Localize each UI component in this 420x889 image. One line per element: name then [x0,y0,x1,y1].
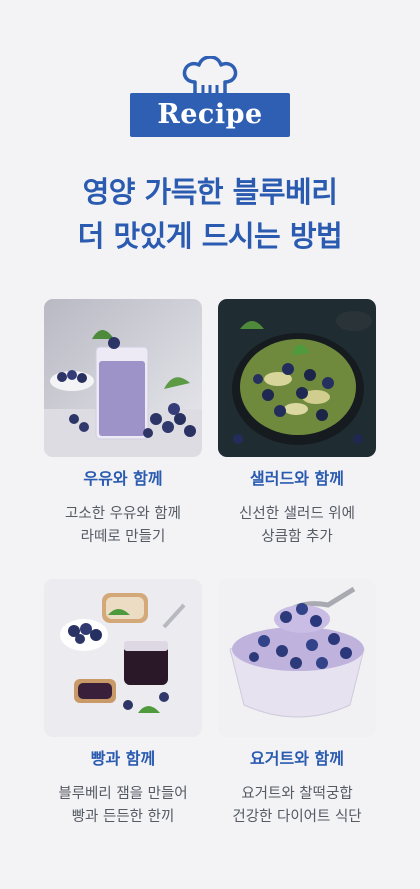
card-title: 샐러드와 함께 [250,469,344,488]
card-description: 고소한 우유와 함께 라떼로 만들기 [44,503,202,549]
card-bread: 빵과 함께 블루베리 잼을 만들어 빵과 든든한 한끼 [44,579,202,829]
title-line-1: 영양 가득한 블루베리 [82,175,338,209]
blueberry-jam-bread-image [44,579,202,737]
card-milk: 우유와 함께 고소한 우유와 함께 라떼로 만들기 [44,299,202,549]
card-desc-line-2: 건강한 다이어트 식단 [232,809,362,825]
card-description: 요거트와 찰떡궁합 건강한 다이어트 식단 [218,783,376,829]
card-description: 블루베리 잼을 만들어 빵과 든든한 한끼 [44,783,202,829]
page-title: 영양 가득한 블루베리 더 맛있게 드시는 방법 [0,170,420,258]
card-desc-line-2: 라떼로 만들기 [80,529,166,545]
blueberry-salad-image [218,299,376,457]
blueberry-yogurt-image [218,579,376,737]
card-description: 신선한 샐러드 위에 상큼함 추가 [218,503,376,549]
card-desc-line-1: 요거트와 찰떡궁합 [241,786,353,802]
card-title: 빵과 함께 [90,749,156,768]
card-title: 우유와 함께 [83,469,163,488]
recipe-badge-group: Recipe [0,56,420,140]
card-desc-line-1: 고소한 우유와 함께 [65,506,181,522]
blueberry-milk-latte-image [44,299,202,457]
card-title: 요거트와 함께 [250,749,344,768]
title-line-2: 더 맛있게 드시는 방법 [77,219,343,253]
card-desc-line-2: 빵과 든든한 한끼 [71,809,175,825]
recipe-badge: Recipe [130,93,290,137]
chef-hat-icon [182,56,238,94]
card-salad: 샐러드와 함께 신선한 샐러드 위에 상큼함 추가 [218,299,376,549]
card-yogurt: 요거트와 함께 요거트와 찰떡궁합 건강한 다이어트 식단 [218,579,376,829]
card-desc-line-1: 신선한 샐러드 위에 [239,506,355,522]
card-desc-line-2: 상큼함 추가 [261,529,333,545]
card-desc-line-1: 블루베리 잼을 만들어 [58,786,188,802]
